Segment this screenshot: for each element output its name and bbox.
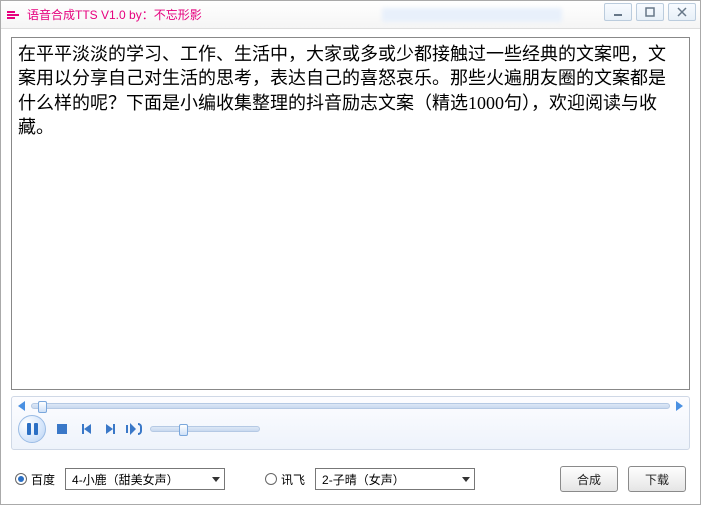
chevron-down-icon — [462, 477, 470, 482]
engine-baidu-label: 百度 — [31, 471, 55, 488]
synthesize-button[interactable]: 合成 — [560, 466, 618, 492]
window-buttons — [604, 3, 696, 21]
volume-icon[interactable] — [126, 421, 142, 437]
title-blur-region — [382, 8, 562, 22]
chevron-down-icon — [212, 477, 220, 482]
baidu-voice-select[interactable]: 4-小鹿（甜美女声） — [65, 468, 225, 490]
stop-button[interactable] — [54, 421, 70, 437]
maximize-button[interactable] — [636, 3, 664, 21]
baidu-voice-value: 4-小鹿（甜美女声） — [72, 471, 179, 488]
synthesize-label: 合成 — [577, 471, 601, 488]
text-input[interactable] — [11, 37, 690, 390]
minimize-button[interactable] — [604, 3, 632, 21]
radio-dot-icon — [15, 473, 27, 485]
download-label: 下载 — [645, 471, 669, 488]
titlebar: 语音合成TTS V1.0 by：不忘形影 — [1, 1, 700, 29]
bottom-controls: 百度 4-小鹿（甜美女声） 讯飞 2-子晴（女声） 合成 下载 — [11, 456, 690, 494]
prev-button[interactable] — [78, 421, 94, 437]
xunfei-voice-select[interactable]: 2-子晴（女声） — [315, 468, 475, 490]
seek-back-icon[interactable] — [18, 401, 25, 411]
client-area: 百度 4-小鹿（甜美女声） 讯飞 2-子晴（女声） 合成 下载 — [1, 29, 700, 504]
pause-icon — [27, 423, 38, 435]
app-window: 语音合成TTS V1.0 by：不忘形影 — [0, 0, 701, 505]
play-pause-button[interactable] — [18, 415, 46, 443]
audio-player — [11, 396, 690, 450]
progress-track[interactable] — [31, 403, 670, 409]
engine-baidu-radio[interactable]: 百度 — [15, 471, 55, 488]
controls-row — [18, 415, 683, 443]
progress-thumb[interactable] — [38, 401, 47, 413]
app-icon — [5, 7, 21, 23]
radio-dot-icon — [265, 473, 277, 485]
next-button[interactable] — [102, 421, 118, 437]
window-title: 语音合成TTS V1.0 by：不忘形影 — [27, 6, 202, 23]
engine-xunfei-radio[interactable]: 讯飞 — [265, 471, 305, 488]
progress-row — [18, 401, 683, 411]
download-button[interactable]: 下载 — [628, 466, 686, 492]
engine-xunfei-label: 讯飞 — [281, 471, 305, 488]
volume-thumb[interactable] — [179, 424, 188, 436]
xunfei-voice-value: 2-子晴（女声） — [322, 471, 405, 488]
seek-forward-icon[interactable] — [676, 401, 683, 411]
stop-icon — [57, 424, 67, 434]
volume-track[interactable] — [150, 426, 260, 432]
close-button[interactable] — [668, 3, 696, 21]
